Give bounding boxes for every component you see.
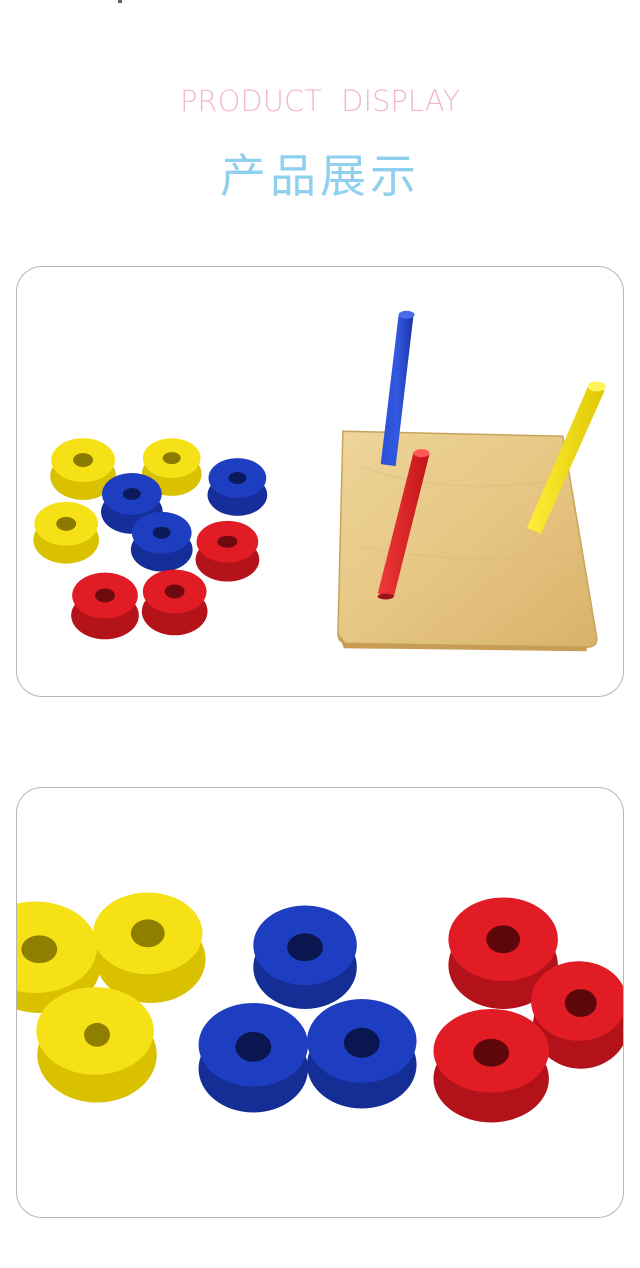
yellow-ring-group (17, 892, 206, 1103)
loose-rings (33, 438, 268, 640)
red-ring-group (433, 897, 623, 1123)
section-title-chinese: 产品展示 (220, 149, 420, 203)
blue-ring-group (198, 905, 417, 1113)
product-photo-ring-groups (16, 787, 624, 1218)
top-edge-mark (118, 0, 122, 3)
product-photo-board-and-rings (16, 266, 624, 697)
section-title-english: PRODUCT DISPLAY (179, 84, 461, 118)
